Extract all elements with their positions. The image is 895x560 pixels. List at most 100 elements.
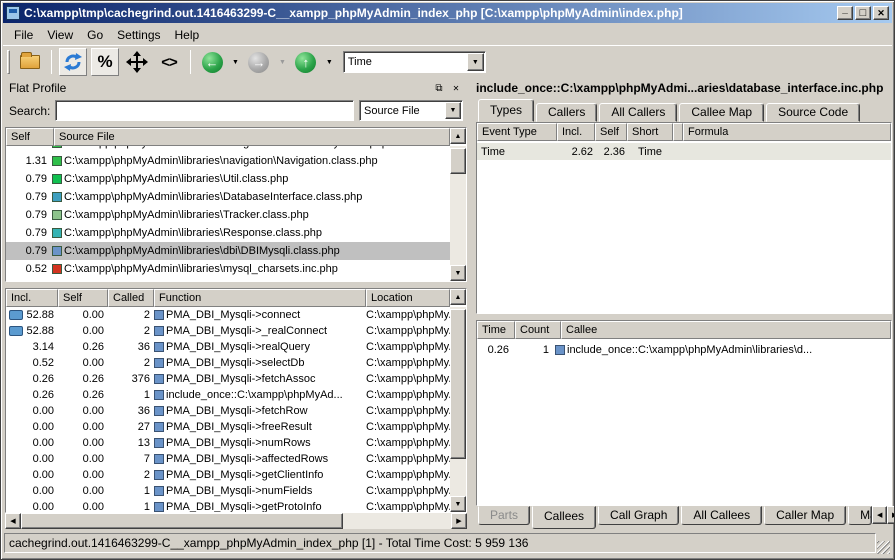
title-bar[interactable]: C:\xampp\tmp\cachegrind.out.1416463299-C…	[3, 3, 892, 23]
search-label: Search:	[9, 104, 50, 118]
tab-all-callees[interactable]: All Callees	[681, 506, 762, 525]
menu-settings[interactable]: Settings	[110, 26, 167, 44]
event-type-select[interactable]: Time	[343, 51, 486, 73]
maximize-button[interactable]	[855, 6, 871, 20]
tab-all-callers[interactable]: All Callers	[599, 103, 677, 122]
cost-color-icon	[52, 174, 62, 184]
table-row[interactable]: 0.52C:\xampp\phpMyAdmin\libraries\user_p…	[6, 278, 450, 281]
expand-toggle-button[interactable]	[123, 48, 151, 76]
tab-scroll-left-icon[interactable]	[872, 506, 887, 524]
table-row-selected[interactable]: 0.79C:\xampp\phpMyAdmin\libraries\dbi\DB…	[6, 242, 450, 260]
back-dropdown-icon[interactable]	[232, 59, 239, 66]
horizontal-scrollbar[interactable]	[5, 513, 467, 529]
scroll-right-icon[interactable]	[451, 513, 467, 529]
col-incl[interactable]: Incl.	[557, 123, 595, 141]
scrollbar-thumb[interactable]	[21, 513, 343, 529]
window-title: C:\xampp\tmp\cachegrind.out.1416463299-C…	[24, 6, 837, 20]
toolbar-drag-handle[interactable]	[7, 50, 10, 74]
reload-button[interactable]	[59, 48, 87, 76]
search-input[interactable]	[55, 100, 354, 121]
table-row[interactable]: 0.000.0027PMA_DBI_Mysqli->freeResultC:\x…	[6, 419, 450, 435]
scrollbar-thumb[interactable]	[450, 148, 466, 174]
back-button[interactable]	[198, 48, 226, 76]
table-row[interactable]: 0.000.0013PMA_DBI_Mysqli->numRowsC:\xamp…	[6, 435, 450, 451]
table-row[interactable]: 3.140.2636PMA_DBI_Mysqli->realQueryC:\xa…	[6, 339, 450, 355]
table-row[interactable]: 52.880.002PMA_DBI_Mysqli->connectC:\xamp…	[6, 307, 450, 323]
tab-callee-map[interactable]: Callee Map	[679, 103, 764, 122]
table-row[interactable]: 0.260.261include_once::C:\xampp\phpMyAd.…	[6, 387, 450, 403]
menu-view[interactable]: View	[40, 26, 80, 44]
col-short[interactable]: Short	[627, 123, 673, 141]
col-formula[interactable]: Formula	[683, 123, 891, 141]
table-row[interactable]: 0.000.001PMA_DBI_Mysqli->numFieldsC:\xam…	[6, 483, 450, 499]
called-count: 13	[108, 437, 154, 449]
tab-callees[interactable]: Callees	[532, 506, 596, 529]
scrollbar-thumb[interactable]	[450, 309, 466, 459]
table-row[interactable]: 0.000.002PMA_DBI_Mysqli->getClientInfoC:…	[6, 467, 450, 483]
event-row-selected[interactable]: Time 2.62 2.36 Time	[477, 143, 891, 160]
source-table-viewport: 1.57C:\xampp\phpMyAdmin\libraries\naviga…	[6, 146, 450, 281]
combo-dropdown-icon[interactable]	[467, 53, 484, 71]
col-callee[interactable]: Callee	[561, 321, 891, 339]
forward-button[interactable]	[245, 48, 273, 76]
grouping-select[interactable]: Source File	[359, 100, 463, 121]
open-file-button[interactable]	[16, 48, 44, 76]
table-row[interactable]: 0.260.26376PMA_DBI_Mysqli->fetchAssocC:\…	[6, 371, 450, 387]
menu-go[interactable]: Go	[80, 26, 110, 44]
scroll-left-icon[interactable]	[5, 513, 21, 529]
col-event-type[interactable]: Event Type	[477, 123, 557, 141]
table-row[interactable]: 0.79C:\xampp\phpMyAdmin\libraries\Databa…	[6, 188, 450, 206]
table-row[interactable]: 0.52C:\xampp\phpMyAdmin\libraries\mysql_…	[6, 260, 450, 278]
scroll-down-icon[interactable]	[450, 496, 466, 512]
scroll-up-icon[interactable]	[450, 128, 466, 144]
combo-dropdown-icon[interactable]	[445, 102, 461, 119]
scroll-down-icon[interactable]	[450, 265, 466, 281]
col-location[interactable]: Location	[366, 289, 450, 307]
function-name: PMA_DBI_Mysqli->fetchAssoc	[166, 373, 315, 385]
col-time[interactable]: Time	[477, 321, 515, 339]
col-self[interactable]: Self	[6, 128, 54, 146]
col-called[interactable]: Called	[108, 289, 154, 307]
cycle-detection-button[interactable]	[155, 48, 183, 76]
col-count[interactable]: Count	[515, 321, 561, 339]
table-row[interactable]: 1.31C:\xampp\phpMyAdmin\libraries\naviga…	[6, 152, 450, 170]
close-button[interactable]	[873, 6, 889, 20]
table-row[interactable]: 0.79C:\xampp\phpMyAdmin\libraries\Respon…	[6, 224, 450, 242]
dock-close-icon[interactable]	[449, 82, 463, 95]
self-cost: 1.57	[6, 146, 50, 149]
table-row[interactable]: 0.000.007PMA_DBI_Mysqli->affectedRowsC:\…	[6, 451, 450, 467]
col-self[interactable]: Self	[58, 289, 108, 307]
up-dropdown-icon[interactable]	[326, 59, 333, 66]
menu-file[interactable]: File	[7, 26, 40, 44]
table-row[interactable]: 0.26 1 include_once::C:\xampp\phpMyAdmin…	[477, 341, 891, 358]
menu-help[interactable]: Help	[168, 26, 207, 44]
tab-types[interactable]: Types	[478, 99, 534, 122]
col-self[interactable]: Self	[595, 123, 627, 141]
tab-caller-map[interactable]: Caller Map	[764, 506, 846, 525]
resize-grip-icon[interactable]	[877, 541, 890, 554]
table-row[interactable]: 0.000.001PMA_DBI_Mysqli->getProtoInfoC:\…	[6, 499, 450, 512]
up-button[interactable]	[292, 48, 320, 76]
tab-source-code[interactable]: Source Code	[766, 103, 860, 122]
tab-call-graph[interactable]: Call Graph	[598, 506, 679, 525]
col-source-file[interactable]: Source File	[54, 128, 450, 146]
tab-callers[interactable]: Callers	[536, 103, 597, 122]
percent-toggle-button[interactable]	[91, 48, 119, 76]
vertical-scrollbar[interactable]	[450, 146, 466, 281]
reload-icon	[63, 52, 83, 72]
col-function[interactable]: Function	[154, 289, 366, 307]
scroll-up-icon[interactable]	[450, 289, 466, 305]
tab-machine[interactable]: Machine	[848, 506, 872, 525]
vertical-scrollbar[interactable]	[450, 307, 466, 512]
table-row[interactable]: 0.520.002PMA_DBI_Mysqli->selectDbC:\xamp…	[6, 355, 450, 371]
incl-cost: 0.52	[33, 357, 54, 369]
table-row[interactable]: 52.880.002PMA_DBI_Mysqli->_realConnectC:…	[6, 323, 450, 339]
table-row[interactable]: 0.79C:\xampp\phpMyAdmin\libraries\Tracke…	[6, 206, 450, 224]
tab-scroll-right-icon[interactable]	[887, 506, 895, 524]
table-row[interactable]: 0.79C:\xampp\phpMyAdmin\libraries\Util.c…	[6, 170, 450, 188]
dock-title-bar[interactable]: Flat Profile	[5, 79, 467, 97]
col-incl[interactable]: Incl.	[6, 289, 58, 307]
table-row[interactable]: 0.000.0036PMA_DBI_Mysqli->fetchRowC:\xam…	[6, 403, 450, 419]
dock-float-icon[interactable]	[432, 82, 446, 95]
minimize-button[interactable]	[837, 6, 853, 20]
